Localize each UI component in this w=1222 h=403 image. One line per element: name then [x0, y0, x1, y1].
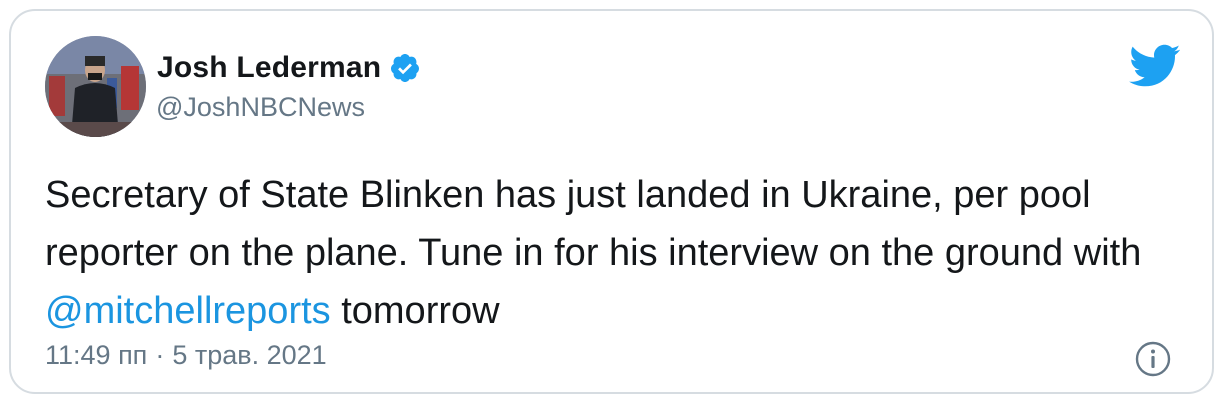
meta-separator: ·: [155, 340, 165, 370]
info-icon[interactable]: [1134, 340, 1172, 378]
mention-link[interactable]: @mitchellreports: [45, 290, 331, 332]
tweet-text-part: Secretary of State Blinken has just land…: [45, 174, 1142, 274]
tweet-time: 11:49 пп: [45, 340, 148, 370]
avatar[interactable]: [45, 36, 146, 137]
author-row: Josh Lederman: [157, 50, 421, 86]
twitter-bird-icon[interactable]: [1127, 43, 1181, 87]
tweet-text-part: tomorrow: [330, 290, 500, 332]
avatar-photo: [45, 36, 146, 137]
verified-badge-icon: [389, 52, 421, 84]
tweet-text: Secretary of State Blinken has just land…: [45, 166, 1165, 340]
author-name[interactable]: Josh Lederman: [157, 51, 381, 85]
tweet-timestamp[interactable]: 11:49 пп · 5 трав. 2021: [45, 340, 327, 371]
author-handle[interactable]: @JoshNBCNews: [156, 92, 365, 123]
tweet-date: 5 трав. 2021: [172, 340, 327, 370]
